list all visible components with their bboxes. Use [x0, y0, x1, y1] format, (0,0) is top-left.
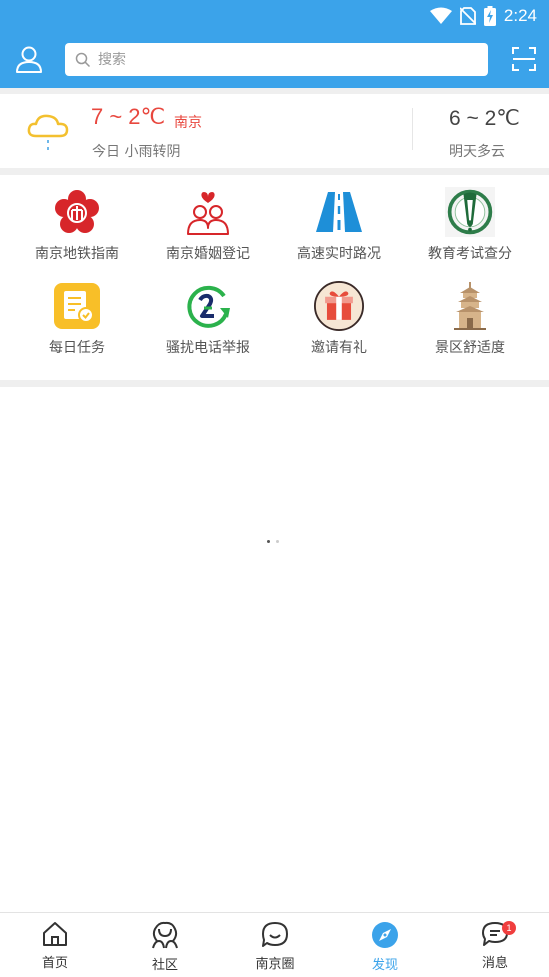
compass-icon — [372, 922, 398, 948]
service-label: 高速实时路况 — [297, 246, 381, 262]
search-icon — [75, 52, 91, 67]
tab-label: 消息 — [481, 956, 508, 971]
service-exam-scores[interactable]: 教育考试查分 — [405, 187, 535, 263]
marriage-icon — [187, 192, 229, 235]
pagoda-icon — [454, 282, 486, 330]
tab-home[interactable]: 首页 — [0, 913, 110, 977]
community-icon — [152, 921, 178, 949]
weather-separator — [412, 108, 413, 150]
home-icon — [43, 922, 67, 946]
service-label: 南京地铁指南 — [35, 246, 119, 262]
service-highway-traffic[interactable]: 高速实时路况 — [274, 187, 404, 263]
status-time: 2:24 — [503, 6, 537, 25]
unread-badge: 1 — [502, 921, 516, 935]
tab-label: 社区 — [151, 958, 178, 973]
tab-nanjing-circle[interactable]: 南京圈 — [220, 913, 330, 977]
user-icon — [16, 46, 42, 73]
tab-community[interactable]: 社区 — [110, 913, 220, 977]
tab-discover[interactable]: 发现 — [330, 913, 440, 977]
bottom-tab-bar: 首页 社区 南京圈 发现 1 消息 — [0, 912, 549, 977]
today-temperature: 7 ~ 2℃ — [91, 104, 166, 129]
weather-card[interactable]: 7 ~ 2℃ 南京 今日 小雨转阴 6 ~ 2℃ 明天多云 — [0, 94, 549, 168]
divider — [0, 380, 549, 387]
scan-icon — [512, 47, 536, 71]
tomorrow-description: 明天多云 — [449, 144, 505, 160]
city-name: 南京 — [174, 115, 202, 131]
tab-messages[interactable]: 1 消息 — [440, 913, 549, 977]
tomorrow-temperature: 6 ~ 2℃ — [449, 107, 520, 130]
page-indicator — [267, 540, 279, 543]
profile-button[interactable] — [14, 44, 46, 76]
phone-report-icon — [187, 285, 230, 328]
service-label: 教育考试查分 — [428, 246, 512, 262]
service-label: 邀请有礼 — [311, 340, 367, 356]
service-marriage-registration[interactable]: 南京婚姻登记 — [143, 187, 273, 263]
service-label: 南京婚姻登记 — [166, 246, 250, 262]
search-input[interactable] — [96, 50, 480, 69]
search-box[interactable] — [65, 43, 488, 76]
wifi-icon — [429, 7, 452, 24]
service-scenic-comfort[interactable]: 景区舒适度 — [405, 281, 535, 357]
status-bar: 2:24 — [0, 0, 549, 32]
service-daily-tasks[interactable]: 每日任务 — [12, 281, 142, 357]
service-spam-call-report[interactable]: 骚扰电话举报 — [143, 281, 273, 357]
task-icon — [54, 283, 100, 329]
page-dot-active — [267, 540, 270, 543]
exam-icon — [445, 187, 495, 237]
status-icons: 2:24 — [429, 6, 537, 26]
tab-label: 首页 — [41, 956, 68, 971]
tab-label: 南京圈 — [255, 957, 295, 972]
scan-button[interactable] — [511, 46, 537, 72]
battery-charging-icon — [483, 6, 496, 26]
divider — [0, 168, 549, 175]
highway-icon — [316, 192, 362, 232]
chat-circle-icon — [262, 922, 288, 947]
services-grid: 南京地铁指南 南京婚姻登记 高速实时路况 教育考试查分 每日任务 骚扰电话举报 … — [0, 175, 549, 543]
top-bar — [0, 32, 549, 88]
service-invite-reward[interactable]: 邀请有礼 — [274, 281, 404, 357]
today-description: 今日 小雨转阴 — [92, 144, 181, 160]
service-label: 每日任务 — [49, 340, 105, 356]
tab-label: 发现 — [371, 958, 398, 973]
service-label: 骚扰电话举报 — [166, 340, 250, 356]
service-metro-guide[interactable]: 南京地铁指南 — [12, 187, 142, 263]
gift-icon — [314, 281, 364, 331]
service-label: 景区舒适度 — [435, 340, 505, 356]
metro-icon — [55, 190, 99, 233]
rain-cloud-icon — [27, 114, 69, 150]
page-dot — [276, 540, 279, 543]
no-sim-icon — [459, 7, 476, 25]
